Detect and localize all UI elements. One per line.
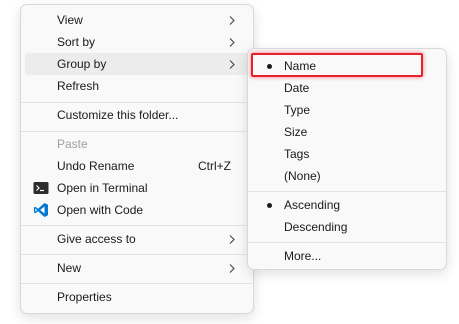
submenu-item-label: Size [284, 125, 308, 139]
context-menu: View Sort by Group by Refresh Customize … [20, 4, 254, 314]
menu-item-undo-rename[interactable]: Undo Rename Ctrl+Z [25, 155, 249, 177]
submenu-item-more[interactable]: More... [252, 245, 442, 267]
menu-separator [21, 225, 253, 226]
menu-item-new[interactable]: New [25, 257, 249, 279]
menu-item-customize-folder[interactable]: Customize this folder... [25, 104, 249, 126]
menu-item-label: Open with Code [57, 203, 144, 217]
chevron-right-icon [227, 228, 237, 250]
menu-item-open-terminal[interactable]: Open in Terminal [25, 177, 249, 199]
chevron-right-icon [227, 257, 237, 279]
menu-item-label: Undo Rename [57, 159, 135, 173]
submenu-item-label: (None) [284, 169, 321, 183]
vscode-icon [33, 202, 49, 218]
menu-item-label: Properties [57, 290, 112, 304]
menu-separator [21, 254, 253, 255]
submenu-item-tags[interactable]: Tags [252, 143, 442, 165]
group-by-submenu: Name Date Type Size Tags (None) Ascendin… [247, 48, 447, 270]
menu-separator [21, 283, 253, 284]
shortcut-label: Ctrl+Z [198, 159, 231, 173]
menu-item-label: Refresh [57, 79, 100, 93]
menu-item-label: Sort by [57, 35, 96, 49]
chevron-right-icon [227, 9, 237, 31]
menu-item-sort-by[interactable]: Sort by [25, 31, 249, 53]
submenu-item-label: Tags [284, 147, 310, 161]
terminal-icon [33, 180, 49, 196]
selected-bullet-icon [267, 64, 272, 69]
menu-item-label: Open in Terminal [57, 181, 148, 195]
menu-item-refresh[interactable]: Refresh [25, 75, 249, 97]
menu-item-label: Paste [57, 137, 88, 151]
submenu-item-size[interactable]: Size [252, 121, 442, 143]
menu-item-give-access[interactable]: Give access to [25, 228, 249, 250]
menu-item-label: New [57, 261, 82, 275]
menu-item-properties[interactable]: Properties [25, 286, 249, 308]
menu-separator [248, 242, 446, 243]
submenu-item-label: Type [284, 103, 311, 117]
menu-separator [21, 102, 253, 103]
submenu-item-label: Name [284, 59, 317, 73]
submenu-item-type[interactable]: Type [252, 99, 442, 121]
menu-item-open-with-code[interactable]: Open with Code [25, 199, 249, 221]
menu-item-group-by[interactable]: Group by [25, 53, 249, 75]
chevron-right-icon [227, 31, 237, 53]
selected-bullet-icon [267, 203, 272, 208]
submenu-item-date[interactable]: Date [252, 77, 442, 99]
menu-separator [248, 191, 446, 192]
submenu-item-label: More... [284, 249, 322, 263]
menu-separator [21, 131, 253, 132]
submenu-item-label: Date [284, 81, 310, 95]
menu-item-label: View [57, 13, 83, 27]
submenu-item-label: Descending [284, 220, 348, 234]
chevron-right-icon [227, 53, 237, 75]
submenu-item-none[interactable]: (None) [252, 165, 442, 187]
submenu-item-descending[interactable]: Descending [252, 216, 442, 238]
submenu-item-label: Ascending [284, 198, 341, 212]
menu-item-view[interactable]: View [25, 9, 249, 31]
submenu-item-ascending[interactable]: Ascending [252, 194, 442, 216]
menu-item-label: Give access to [57, 232, 136, 246]
menu-item-paste: Paste [25, 133, 249, 155]
menu-item-label: Group by [57, 57, 107, 71]
menu-item-label: Customize this folder... [57, 108, 179, 122]
submenu-item-name[interactable]: Name [252, 55, 442, 77]
